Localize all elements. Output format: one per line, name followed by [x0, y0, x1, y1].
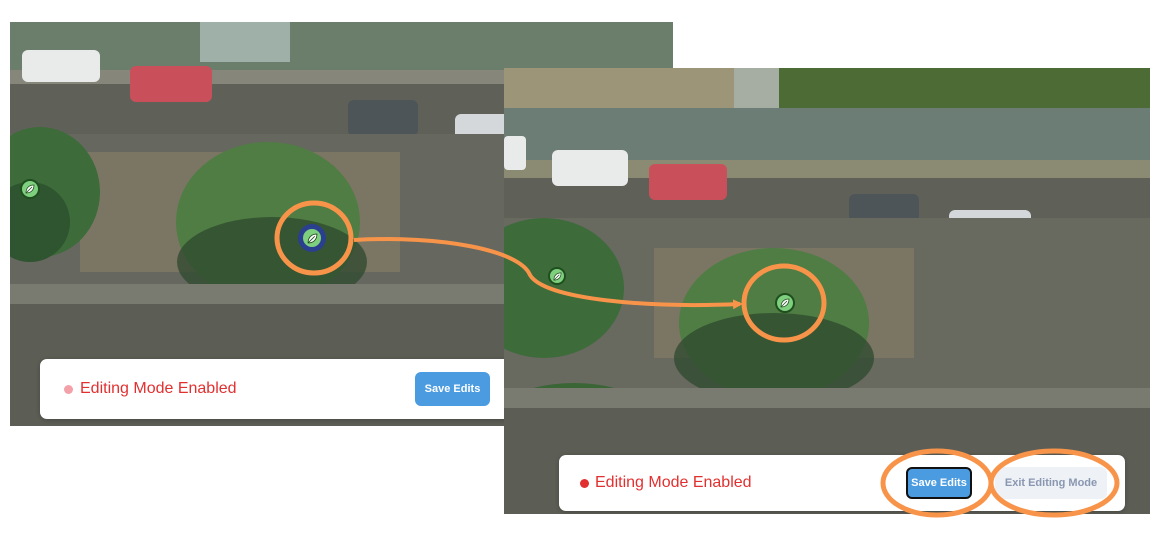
leaf-icon: [780, 298, 790, 308]
map-panel-after[interactable]: Editing Mode Enabled Save Edits Exit Edi…: [504, 68, 1150, 514]
save-edits-button[interactable]: Save Edits: [906, 467, 972, 499]
tree-marker-selected[interactable]: [298, 224, 326, 252]
status-indicator-dot: [580, 479, 589, 488]
save-edits-button[interactable]: Save Edits: [415, 372, 490, 406]
leaf-icon: [307, 233, 317, 243]
status-indicator-dot: [64, 385, 73, 394]
editing-mode-status: Editing Mode Enabled: [80, 380, 237, 397]
aerial-map-after[interactable]: [504, 68, 1150, 514]
leaf-icon: [25, 184, 35, 194]
tree-marker-moved[interactable]: [775, 293, 795, 313]
tree-marker[interactable]: [20, 179, 40, 199]
editing-status-bar: Editing Mode Enabled Save Edits Exit Edi…: [559, 455, 1125, 511]
leaf-icon: [553, 272, 561, 280]
editing-mode-status: Editing Mode Enabled: [595, 474, 752, 491]
tree-marker[interactable]: [548, 267, 566, 285]
exit-editing-mode-button[interactable]: Exit Editing Mode: [995, 467, 1107, 499]
editing-status-bar: Editing Mode Enabled Save Edits: [40, 359, 520, 419]
